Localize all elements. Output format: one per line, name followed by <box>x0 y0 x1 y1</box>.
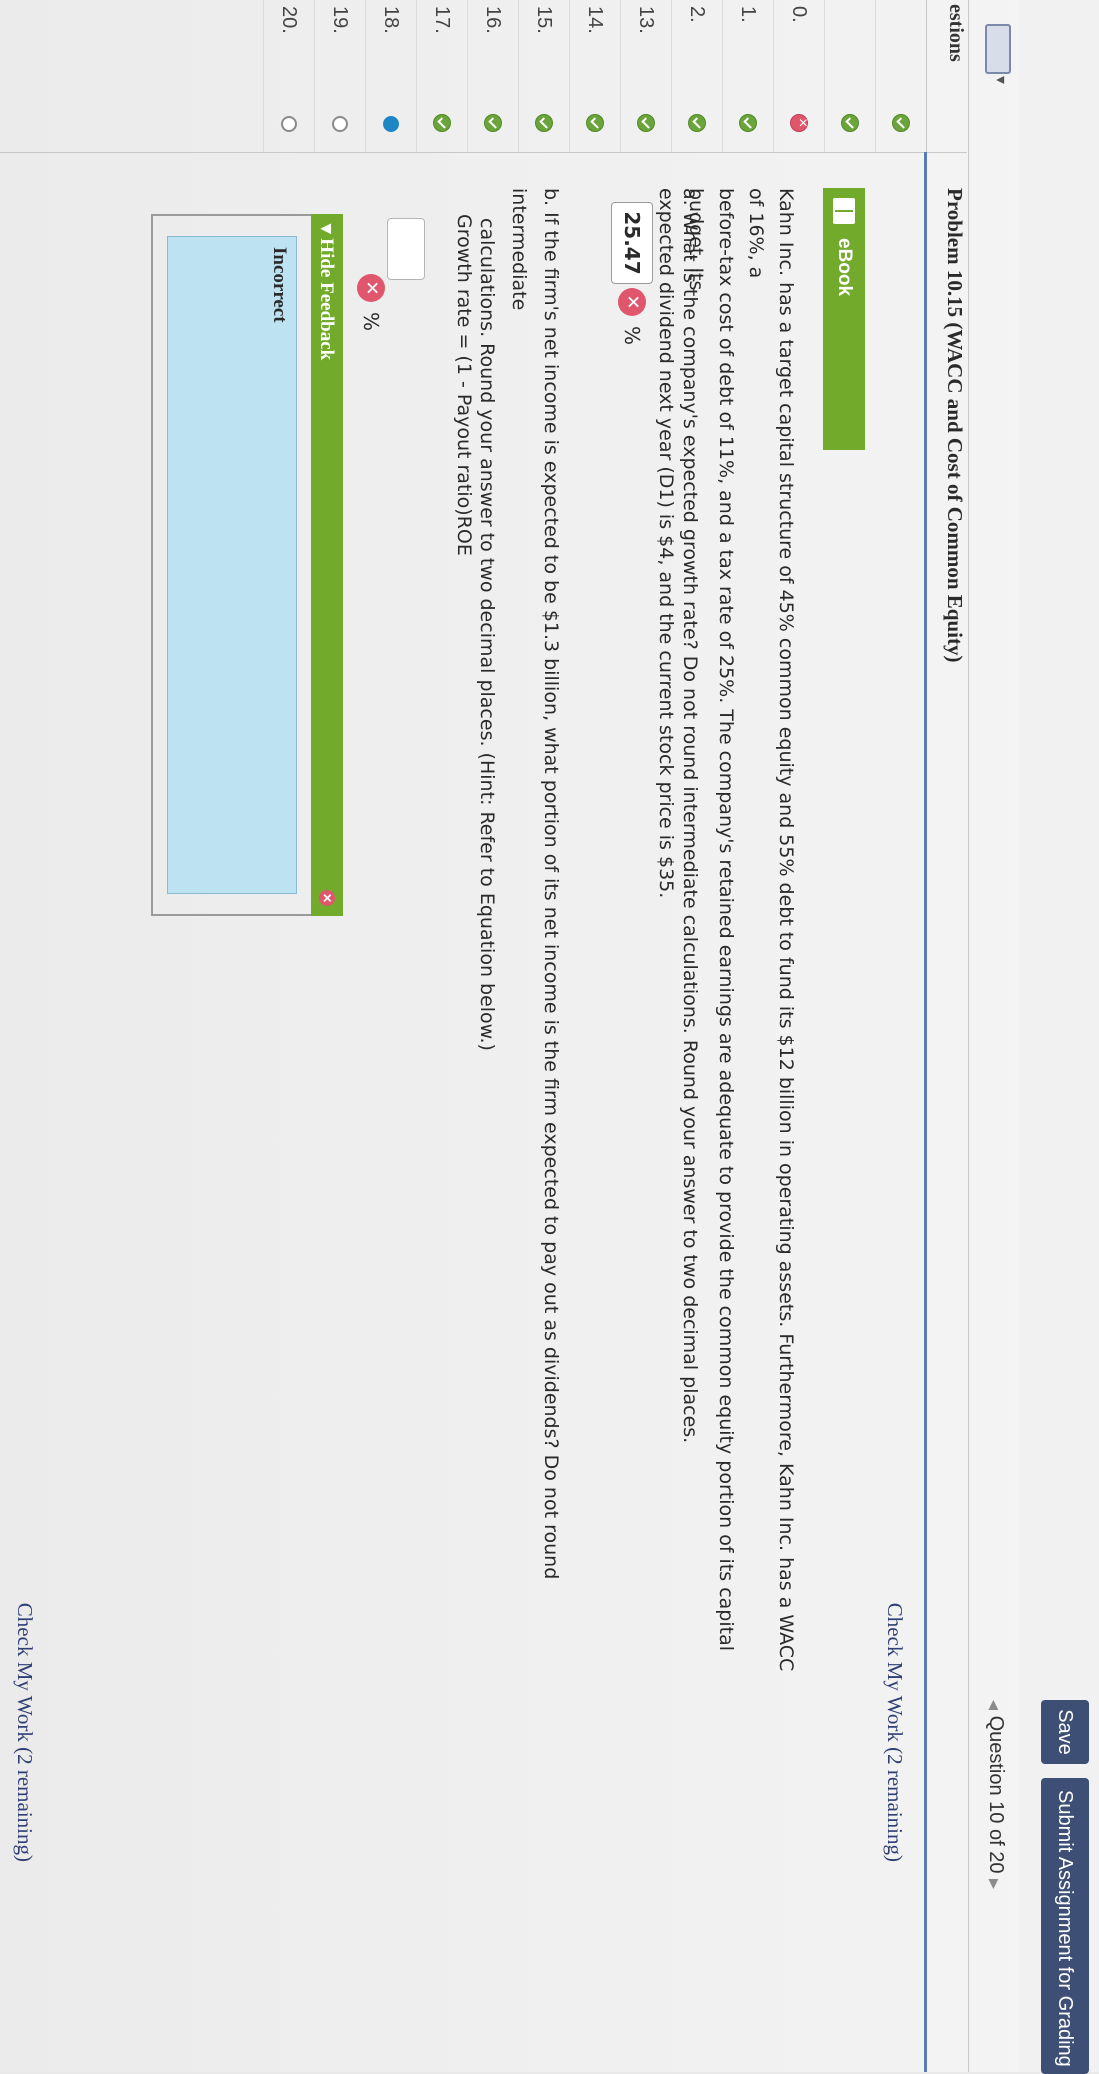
question-number: 13. <box>635 6 658 34</box>
question-number: 14. <box>584 6 607 34</box>
percent-unit: % <box>359 312 383 332</box>
sidebar-question-item[interactable]: 17. <box>416 0 467 152</box>
part-b-answer-row: ✕ % <box>357 218 425 331</box>
feedback-incorrect-icon: ✕ <box>319 890 335 906</box>
percent-unit: % <box>620 326 644 346</box>
feedback-result: Incorrect <box>167 236 297 894</box>
questions-sidebar: estions 0. 1. 2. 13. 14. 15. 16. 17. 18. 19. 20. <box>0 0 967 153</box>
questions-heading: estions <box>926 0 967 152</box>
sidebar-question-item[interactable]: 20. <box>263 0 314 152</box>
sidebar-question-item[interactable]: 2. <box>671 0 722 152</box>
question-status-correct-icon <box>433 114 451 132</box>
question-status-correct-icon <box>739 114 757 132</box>
top-toolbar: Save Submit Assignment for Grading <box>1019 0 1099 2074</box>
submit-assignment-button[interactable]: Submit Assignment for Grading <box>1041 1778 1089 2074</box>
sidebar-question-item[interactable]: 0. <box>773 0 824 152</box>
question-status-correct-icon <box>688 114 706 132</box>
ebook-label: eBook <box>834 238 855 297</box>
question-number: 20. <box>278 6 301 34</box>
collapse-triangle-icon: ▾ <box>316 224 338 234</box>
calculator-icon[interactable] <box>985 24 1011 74</box>
question-navigator: ◀ Question 10 of 20 ▶ <box>984 1700 1007 1889</box>
incorrect-x-icon: ✕ <box>618 288 646 316</box>
book-icon <box>833 198 855 224</box>
question-status-correct-icon <box>841 114 859 132</box>
part-a-answer-input[interactable]: 25.47 <box>611 202 653 284</box>
question-status-correct-icon <box>637 114 655 132</box>
question-counter: Question 10 of 20 <box>985 1715 1007 1874</box>
sidebar-question-item[interactable]: 16. <box>467 0 518 152</box>
assignment-page: Save Submit Assignment for Grading ▾ ◀ Q… <box>0 0 1099 2074</box>
question-number: 16. <box>482 6 505 34</box>
hide-feedback-label: Hide Feedback <box>316 238 338 361</box>
question-number: 0. <box>788 6 811 23</box>
question-status-correct-icon <box>484 114 502 132</box>
previous-question-icon[interactable]: ◀ <box>987 1700 1002 1710</box>
question-navigation-bar: ▾ ◀ Question 10 of 20 ▶ <box>968 0 1019 2072</box>
incorrect-x-icon: ✕ <box>357 274 385 302</box>
sidebar-question-item[interactable]: 15. <box>518 0 569 152</box>
sidebar-question-item[interactable]: 13. <box>620 0 671 152</box>
feedback-panel: ▾ Hide Feedback ✕ Incorrect <box>147 214 343 916</box>
part-a-question: a. What is the company's expected growth… <box>679 188 701 1444</box>
question-number: 1. <box>737 6 760 23</box>
save-button[interactable]: Save <box>1041 1700 1089 1764</box>
problem-title: Problem 10.15 (WACC and Cost of Common E… <box>924 152 967 2072</box>
hide-feedback-toggle[interactable]: ▾ Hide Feedback ✕ <box>311 214 343 916</box>
part-b-answer-input[interactable] <box>387 218 425 280</box>
calculator-dropdown-icon[interactable]: ▾ <box>992 76 1011 84</box>
question-status-incorrect-icon <box>790 114 808 132</box>
question-number: 19. <box>329 6 352 34</box>
ebook-button[interactable]: eBook <box>823 188 865 450</box>
question-status-correct-icon <box>586 114 604 132</box>
question-status-current-icon <box>383 116 399 132</box>
question-number: 15. <box>533 6 556 34</box>
part-a-answer-row: 25.47 ✕ % <box>611 202 653 345</box>
problem-statement: Kahn Inc. has a target capital structure… <box>655 188 797 1672</box>
problem-panel: Problem 10.15 (WACC and Cost of Common E… <box>0 152 967 2072</box>
sidebar-question-item[interactable]: 1. <box>722 0 773 152</box>
question-status-unanswered-icon <box>332 116 348 132</box>
sidebar-question-item[interactable] <box>875 0 926 152</box>
sidebar-question-item[interactable]: 14. <box>569 0 620 152</box>
check-my-work-link-bottom[interactable]: Check My Work (2 remaining) <box>12 1603 37 1862</box>
part-b-question: b. If the firm's net income is expected … <box>476 188 562 1580</box>
check-my-work-link-top[interactable]: Check My Work (2 remaining) <box>882 1603 907 1862</box>
question-list: 0. 1. 2. 13. 14. 15. 16. 17. 18. 19. 20. <box>263 0 926 152</box>
question-number: 18. <box>380 6 403 34</box>
question-number: 2. <box>686 6 709 23</box>
question-status-unanswered-icon <box>281 116 297 132</box>
next-question-icon[interactable]: ▶ <box>987 1879 1002 1889</box>
growth-rate-formula: Growth rate = (1 - Payout ratio)ROE <box>453 214 475 556</box>
sidebar-question-item[interactable]: 18. <box>365 0 416 152</box>
sidebar-question-item[interactable] <box>824 0 875 152</box>
question-status-correct-icon <box>535 114 553 132</box>
question-status-correct-icon <box>892 114 910 132</box>
sidebar-question-item[interactable]: 19. <box>314 0 365 152</box>
question-number: 17. <box>431 6 454 34</box>
